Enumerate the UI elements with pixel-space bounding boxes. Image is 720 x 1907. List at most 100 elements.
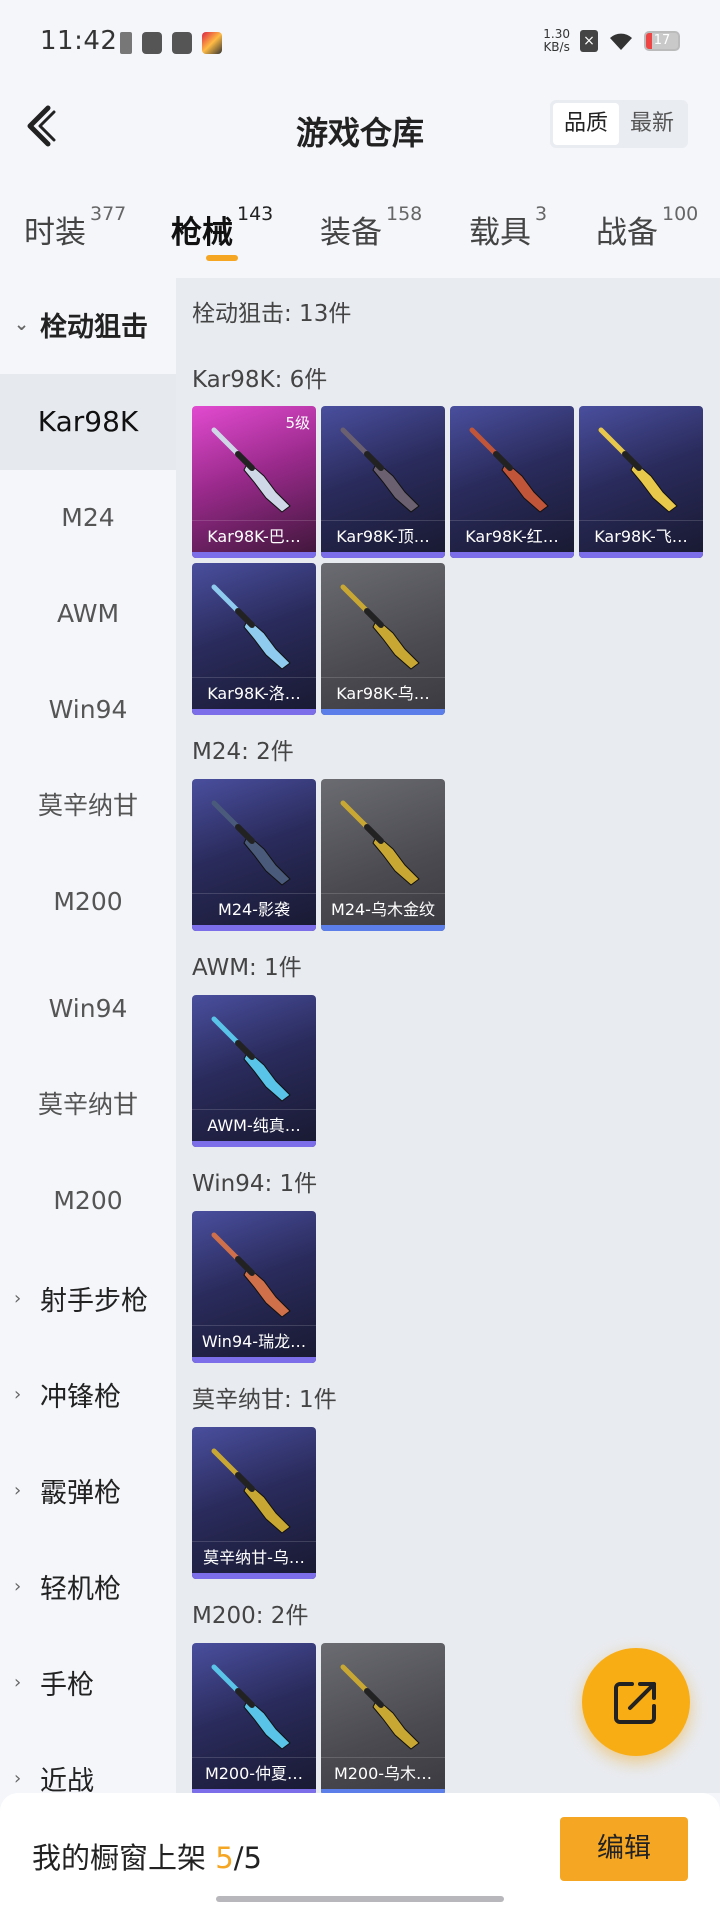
section-title-m200: M200: 2件 xyxy=(192,1603,309,1629)
item-label: Kar98K-乌… xyxy=(321,677,445,709)
item-label: M200-乌木… xyxy=(321,1757,445,1789)
item-card[interactable]: M24-影袭 xyxy=(192,779,316,931)
rifle-icon xyxy=(211,427,291,513)
rifle-icon xyxy=(211,800,291,886)
external-link-button[interactable] xyxy=(582,1648,690,1756)
showcase-total-count: 5 xyxy=(243,1841,262,1875)
rifle-icon xyxy=(340,800,420,886)
rarity-bar xyxy=(192,552,316,558)
rifle-icon xyxy=(340,427,420,513)
rarity-bar xyxy=(321,552,445,558)
section-title-win94: Win94: 1件 xyxy=(192,1171,318,1197)
tab-supplies[interactable]: 战备100 xyxy=(596,203,698,252)
sidebar-item-m200[interactable]: M200 xyxy=(0,854,176,950)
item-label: Kar98K-巴… xyxy=(192,520,316,552)
sidebar-group-dmr[interactable]: › 射手步枪 xyxy=(0,1252,176,1344)
chevron-right-icon: › xyxy=(14,1671,22,1693)
section-title-kar98k: Kar98K: 6件 xyxy=(192,367,328,393)
showcase-bar: 我的橱窗上架 5/5 编辑 xyxy=(0,1793,720,1907)
status-time: 11:42 xyxy=(40,26,118,56)
chevron-right-icon: › xyxy=(14,1383,22,1405)
rifle-icon xyxy=(211,1232,291,1318)
rifle-icon xyxy=(211,1448,291,1534)
rifle-icon xyxy=(469,427,549,513)
sidebar-item-mosin-2[interactable]: 莫辛纳甘 xyxy=(0,1057,176,1153)
section-title-awm: AWM: 1件 xyxy=(192,955,302,981)
rarity-bar xyxy=(192,1357,316,1363)
status-bar: 11:42 1.30 KB/s × 17 xyxy=(0,0,720,70)
item-card[interactable]: Kar98K-乌… xyxy=(321,563,445,715)
rarity-bar xyxy=(192,925,316,931)
rifle-icon xyxy=(340,584,420,670)
category-tabs: 时装377 枪械143 装备158 载具3 战备100 xyxy=(0,195,720,275)
chevron-right-icon: › xyxy=(14,1767,22,1789)
item-card[interactable]: Kar98K-洛… xyxy=(192,563,316,715)
item-label: Kar98K-飞… xyxy=(579,520,703,552)
sidebar-group-shotgun[interactable]: › 霰弹枪 xyxy=(0,1444,176,1536)
item-label: Kar98K-顶… xyxy=(321,520,445,552)
no-sim-icon: × xyxy=(580,30,598,52)
chevron-right-icon: › xyxy=(14,1479,22,1501)
item-card[interactable]: Kar98K-飞… xyxy=(579,406,703,558)
external-link-icon xyxy=(614,1682,656,1724)
sort-toggle: 品质 最新 xyxy=(550,100,688,148)
item-label: AWM-纯真… xyxy=(192,1109,316,1141)
sort-quality-button[interactable]: 品质 xyxy=(553,103,619,145)
sidebar-item-awm[interactable]: AWM xyxy=(0,566,176,662)
chevron-right-icon: › xyxy=(14,1287,22,1309)
home-indicator[interactable] xyxy=(216,1896,504,1902)
tab-fashion[interactable]: 时装377 xyxy=(24,203,126,252)
status-right: 1.30 KB/s × 17 xyxy=(543,28,680,54)
tab-equipment[interactable]: 装备158 xyxy=(320,203,422,252)
section-title-mosin: 莫辛纳甘: 1件 xyxy=(192,1387,337,1413)
rifle-icon xyxy=(211,584,291,670)
rarity-bar xyxy=(192,1573,316,1579)
level-badge: 5级 xyxy=(285,414,310,432)
item-card[interactable]: M24-乌木金纹 xyxy=(321,779,445,931)
sidebar-item-kar98k[interactable]: Kar98K xyxy=(0,374,176,470)
item-card[interactable]: Kar98K-红… xyxy=(450,406,574,558)
sort-newest-button[interactable]: 最新 xyxy=(619,103,685,145)
item-card[interactable]: M200-仲夏… xyxy=(192,1643,316,1795)
item-card[interactable]: Win94-瑞龙… xyxy=(192,1211,316,1363)
rarity-bar xyxy=(321,709,445,715)
item-card[interactable]: 5级 Kar98K-巴… xyxy=(192,406,316,558)
tab-firearms[interactable]: 枪械143 xyxy=(171,203,273,252)
item-label: Win94-瑞龙… xyxy=(192,1325,316,1357)
item-label: Kar98K-红… xyxy=(450,520,574,552)
battery-saver-icon xyxy=(120,32,132,54)
sidebar-item-m200-2[interactable]: M200 xyxy=(0,1153,176,1249)
sidebar-group-bolt-action[interactable]: ⌄ 栓动狙击 xyxy=(0,278,176,370)
rifle-icon xyxy=(211,1664,291,1750)
chevron-down-icon: ⌄ xyxy=(14,313,30,335)
edit-button[interactable]: 编辑 xyxy=(560,1817,688,1881)
rifle-icon xyxy=(340,1664,420,1750)
item-card[interactable]: 莫辛纳甘-乌… xyxy=(192,1427,316,1579)
sidebar-item-m24[interactable]: M24 xyxy=(0,470,176,566)
rarity-bar xyxy=(450,552,574,558)
sidebar-group-pistol[interactable]: › 手枪 xyxy=(0,1636,176,1728)
sidebar-item-win94-2[interactable]: Win94 xyxy=(0,961,176,1057)
sidebar-group-lmg[interactable]: › 轻机枪 xyxy=(0,1540,176,1632)
sidebar-item-win94[interactable]: Win94 xyxy=(0,662,176,758)
item-card[interactable]: AWM-纯真… xyxy=(192,995,316,1147)
network-speed: 1.30 KB/s xyxy=(543,27,570,54)
item-card[interactable]: M200-乌木… xyxy=(321,1643,445,1795)
message-icon xyxy=(172,32,192,54)
rarity-bar xyxy=(192,709,316,715)
notification-icons xyxy=(120,32,222,54)
item-label: 莫辛纳甘-乌… xyxy=(192,1541,316,1573)
active-tab-indicator xyxy=(206,255,238,261)
rarity-bar xyxy=(192,1141,316,1147)
rarity-bar xyxy=(579,552,703,558)
item-grid-area: 栓动狙击: 13件 Kar98K: 6件 5级 Kar98K-巴… Kar98K-… xyxy=(176,278,720,1795)
rifle-icon xyxy=(211,1016,291,1102)
item-label: M200-仲夏… xyxy=(192,1757,316,1789)
item-card[interactable]: Kar98K-顶… xyxy=(321,406,445,558)
sidebar-item-mosin[interactable]: 莫辛纳甘 xyxy=(0,758,176,854)
game-app-icon xyxy=(202,32,222,54)
item-label: Kar98K-洛… xyxy=(192,677,316,709)
app-header: 游戏仓库 品质 最新 xyxy=(0,70,720,180)
tab-vehicles[interactable]: 载具3 xyxy=(469,203,547,252)
sidebar-group-smg[interactable]: › 冲锋枪 xyxy=(0,1348,176,1440)
